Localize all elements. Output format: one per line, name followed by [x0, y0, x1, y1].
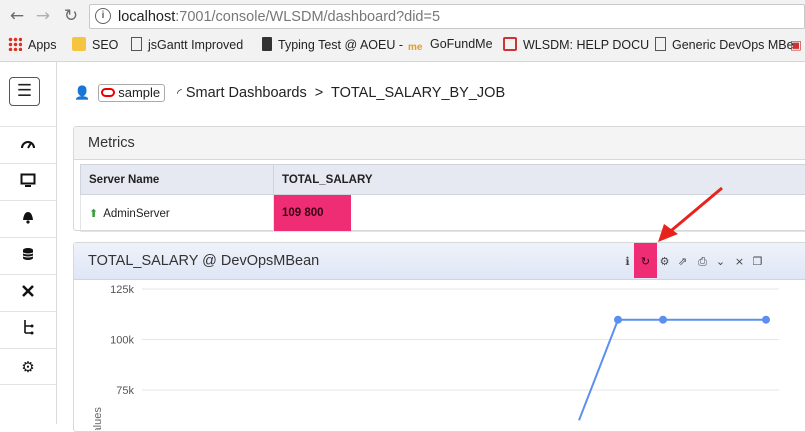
- total-salary-value: 109 800: [274, 195, 351, 231]
- y-axis-label: Values: [92, 407, 104, 430]
- dashboard-gauge-icon: [20, 138, 36, 150]
- data-point[interactable]: [762, 316, 770, 324]
- address-bar[interactable]: i localhost:7001/console/WLSDM/dashboard…: [89, 4, 805, 29]
- apps-grid-icon: [8, 37, 22, 51]
- info-icon[interactable]: i: [95, 8, 111, 24]
- chart-panel-title: TOTAL_SALARY @ DevOpsMBean: [88, 253, 319, 269]
- diagram-icon: [22, 319, 34, 335]
- bookmark-typing-test[interactable]: Typing Test @ AOEU -: [262, 37, 403, 52]
- breadcrumb-separator: >: [315, 85, 323, 101]
- hammer-icon: [262, 37, 272, 51]
- series-line: [579, 320, 766, 421]
- gauge-icon: ◜: [177, 86, 182, 100]
- chart-panel: TOTAL_SALARY @ DevOpsMBean ℹ ↻ ⚙ ⇗ ⎙ ⌄ ×…: [73, 242, 805, 432]
- browser-chrome: ← → ↻ i localhost:7001/console/WLSDM/das…: [0, 0, 805, 62]
- breadcrumb-section[interactable]: Smart Dashboards: [186, 85, 307, 101]
- sidebar-item-alerts[interactable]: [0, 200, 56, 237]
- y-tick-label: 100k: [110, 335, 134, 347]
- close-icon[interactable]: ×: [733, 255, 746, 269]
- sidebar-item-database[interactable]: [0, 237, 56, 274]
- y-tick-label: 125k: [110, 284, 134, 296]
- sidebar-item-dashboard[interactable]: [0, 126, 56, 163]
- alert-bell-icon: [21, 210, 35, 224]
- hamburger-menu-icon[interactable]: ☰: [9, 77, 40, 106]
- page-icon: [131, 37, 142, 51]
- bookmark-seo[interactable]: SEO: [72, 37, 118, 52]
- server-name-cell[interactable]: ⬆AdminServer: [81, 195, 274, 232]
- collapse-chevron-icon[interactable]: ⌄: [714, 255, 727, 269]
- bookmark-apps[interactable]: Apps: [8, 37, 57, 52]
- bookmark-overflow-icon[interactable]: ▣: [790, 37, 802, 52]
- wlsdm-icon: [503, 37, 517, 51]
- oracle-logo-icon: [101, 88, 115, 97]
- bookmark-gofundme[interactable]: meGoFundMe: [408, 37, 493, 56]
- back-arrow-icon[interactable]: ←: [7, 6, 27, 26]
- export-icon[interactable]: ⇗: [676, 255, 689, 269]
- sidebar: ☰ ⚙: [0, 62, 57, 424]
- breadcrumb: 👤 sample ◜ Smart Dashboards > TOTAL_SALA…: [74, 84, 505, 104]
- tools-icon: [21, 284, 35, 298]
- data-point[interactable]: [614, 316, 622, 324]
- domain-badge[interactable]: sample: [98, 84, 165, 102]
- database-icon: [22, 247, 34, 261]
- page-title: TOTAL_SALARY_BY_JOB: [331, 85, 505, 101]
- sidebar-item-diagram[interactable]: [0, 311, 56, 348]
- sidebar-item-monitor[interactable]: [0, 163, 56, 200]
- bookmarks-bar: Apps SEO jsGantt Improved Typing Test @ …: [0, 34, 805, 56]
- data-point[interactable]: [659, 316, 667, 324]
- settings-gear-icon: ⚙: [21, 358, 34, 376]
- info-icon[interactable]: ℹ: [621, 255, 634, 269]
- reload-icon[interactable]: ↻: [61, 6, 81, 26]
- url-text: localhost:7001/console/WLSDM/dashboard?d…: [118, 9, 440, 25]
- settings-gear-icon[interactable]: ⚙: [658, 255, 671, 269]
- bookmark-wlsdm-help[interactable]: WLSDM: HELP DOCU: [503, 37, 649, 52]
- metrics-panel-title: Metrics: [74, 127, 805, 160]
- y-tick-label: 75k: [116, 385, 134, 397]
- forward-arrow-icon[interactable]: →: [33, 6, 53, 26]
- sidebar-item-settings[interactable]: ⚙: [0, 348, 56, 385]
- print-icon[interactable]: ⎙: [696, 255, 709, 269]
- maximize-icon[interactable]: ❐: [751, 255, 764, 269]
- annotation-arrow: [650, 180, 730, 250]
- column-header-server-name[interactable]: Server Name: [81, 165, 274, 195]
- gofundme-icon: me: [408, 42, 424, 56]
- bookmark-jsgantt[interactable]: jsGantt Improved: [131, 37, 243, 52]
- page-icon: [655, 37, 666, 51]
- user-icon[interactable]: 👤: [74, 85, 90, 101]
- salary-line-chart: 125k 100k 75k Values: [74, 280, 805, 430]
- monitor-icon: [20, 173, 36, 187]
- bookmark-generic-devops[interactable]: Generic DevOps MBe: [655, 37, 794, 52]
- status-up-arrow-icon: ⬆: [89, 208, 98, 220]
- folder-icon: [72, 37, 86, 51]
- refresh-icon[interactable]: ↻: [639, 255, 652, 269]
- sidebar-item-tools[interactable]: [0, 274, 56, 311]
